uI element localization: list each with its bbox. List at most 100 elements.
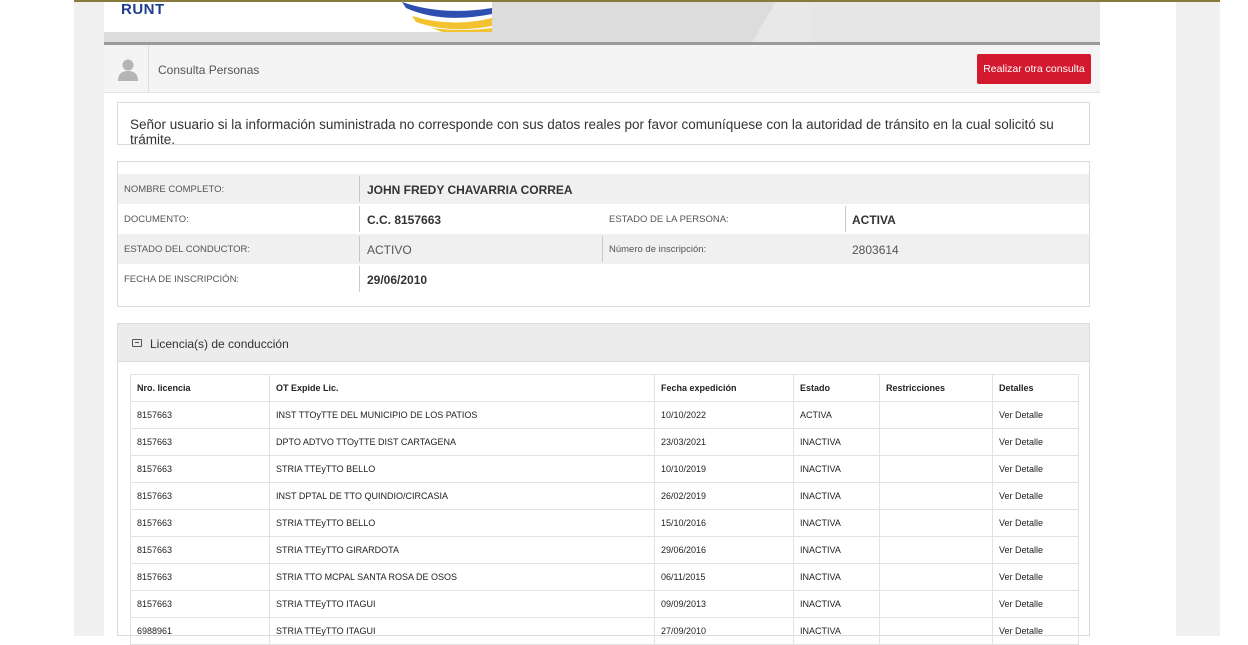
person-info-panel: NOMBRE COMPLETO: JOHN FREDY CHAVARRIA CO… — [117, 161, 1090, 307]
cell-nro-licencia: 8157663 — [130, 401, 270, 429]
cell-restricciones — [879, 590, 993, 618]
cell-ot-expide: INST TTOyTTE DEL MUNICIPIO DE LOS PATIOS — [269, 401, 655, 429]
ver-detalle-link[interactable]: Ver Detalle — [992, 509, 1079, 537]
column-divider — [359, 176, 360, 202]
cell-fecha-expedicion: 10/10/2019 — [654, 455, 794, 483]
estado-persona-label: ESTADO DE LA PERSONA: — [609, 214, 729, 225]
fecha-value: 29/06/2010 — [367, 273, 428, 287]
col-header-fecha-expedicion: Fecha expedición — [654, 374, 794, 402]
cell-restricciones — [879, 536, 993, 564]
cell-ot-expide: DPTO ADTVO TTOyTTE DIST CARTAGENA — [269, 428, 655, 456]
column-divider — [359, 206, 360, 232]
license-card-icon — [132, 339, 142, 347]
cell-estado: INACTIVA — [793, 536, 880, 564]
cell-restricciones — [879, 401, 993, 429]
page-background: RUNT Consulta Personas Realizar otra con… — [74, 2, 1220, 645]
cell-ot-expide: STRIA TTEyTTO ITAGUI — [269, 617, 655, 645]
query-toolbar: Consulta Personas Realizar otra consulta — [104, 45, 1100, 93]
licenses-table: Nro. licencia OT Expide Lic. Fecha exped… — [130, 374, 1079, 645]
cell-fecha-expedicion: 23/03/2021 — [654, 428, 794, 456]
new-query-button[interactable]: Realizar otra consulta — [977, 54, 1091, 84]
licenses-table-body: 8157663 INST TTOyTTE DEL MUNICIPIO DE LOS… — [130, 401, 1079, 645]
cell-estado: INACTIVA — [793, 482, 880, 510]
inscripcion-label: Número de inscripción: — [609, 244, 707, 255]
fecha-label: FECHA DE INSCRIPCIÓN: — [124, 274, 240, 285]
ver-detalle-link[interactable]: Ver Detalle — [992, 563, 1079, 591]
table-row: 8157663 DPTO ADTVO TTOyTTE DIST CARTAGENA… — [130, 428, 1079, 456]
cell-nro-licencia: 8157663 — [130, 428, 270, 456]
licenses-title: Licencia(s) de conducción — [150, 337, 289, 351]
logo-swoosh-icon — [402, 2, 492, 32]
licenses-panel-header: Licencia(s) de conducción — [118, 324, 1089, 362]
cell-fecha-expedicion: 06/11/2015 — [654, 563, 794, 591]
info-row-fecha: FECHA DE INSCRIPCIÓN: 29/06/2010 — [118, 264, 1089, 294]
info-row-conductor: ESTADO DEL CONDUCTOR: ACTIVO Número de i… — [118, 234, 1089, 264]
table-row: 8157663 INST DPTAL DE TTO QUINDIO/CIRCASI… — [130, 482, 1079, 510]
col-header-nro-licencia: Nro. licencia — [130, 374, 270, 402]
toolbar-divider — [148, 45, 149, 92]
page-title: Consulta Personas — [158, 63, 260, 77]
inscripcion-value: 2803614 — [852, 243, 899, 257]
column-divider — [359, 236, 360, 262]
banner-decoration-right — [810, 2, 1100, 42]
cell-nro-licencia: 8157663 — [130, 455, 270, 483]
cell-ot-expide: INST DPTAL DE TTO QUINDIO/CIRCASIA — [269, 482, 655, 510]
table-row: 8157663 INST TTOyTTE DEL MUNICIPIO DE LOS… — [130, 401, 1079, 429]
cell-ot-expide: STRIA TTO MCPAL SANTA ROSA DE OSOS — [269, 563, 655, 591]
ver-detalle-link[interactable]: Ver Detalle — [992, 536, 1079, 564]
ver-detalle-link[interactable]: Ver Detalle — [992, 401, 1079, 429]
cell-fecha-expedicion: 10/10/2022 — [654, 401, 794, 429]
nombre-label: NOMBRE COMPLETO: — [124, 184, 225, 195]
documento-label: DOCUMENTO: — [124, 214, 189, 225]
cell-estado: INACTIVA — [793, 590, 880, 618]
estado-conductor-label: ESTADO DEL CONDUCTOR: — [124, 244, 250, 255]
cell-restricciones — [879, 428, 993, 456]
cell-restricciones — [879, 455, 993, 483]
table-row: 8157663 STRIA TTEyTTO ITAGUI 09/09/2013 INA… — [130, 590, 1079, 618]
cell-nro-licencia: 8157663 — [130, 590, 270, 618]
cell-nro-licencia: 8157663 — [130, 509, 270, 537]
table-row: 6988961 STRIA TTEyTTO ITAGUI 27/09/2010 INA… — [130, 617, 1079, 645]
ver-detalle-link[interactable]: Ver Detalle — [992, 482, 1079, 510]
cell-fecha-expedicion: 26/02/2019 — [654, 482, 794, 510]
info-row-nombre: NOMBRE COMPLETO: JOHN FREDY CHAVARRIA CO… — [118, 174, 1089, 204]
cell-fecha-expedicion: 09/09/2013 — [654, 590, 794, 618]
table-row: 8157663 STRIA TTEyTTO BELLO 10/10/2019 INAC… — [130, 455, 1079, 483]
ver-detalle-link[interactable]: Ver Detalle — [992, 617, 1079, 645]
cell-restricciones — [879, 482, 993, 510]
nombre-value: JOHN FREDY CHAVARRIA CORREA — [367, 183, 573, 197]
cell-estado: INACTIVA — [793, 563, 880, 591]
cell-fecha-expedicion: 15/10/2016 — [654, 509, 794, 537]
cell-nro-licencia: 8157663 — [130, 563, 270, 591]
col-header-restricciones: Restricciones — [879, 374, 993, 402]
cell-restricciones — [879, 509, 993, 537]
cell-nro-licencia: 6988961 — [130, 617, 270, 645]
cell-estado: INACTIVA — [793, 617, 880, 645]
cell-restricciones — [879, 617, 993, 645]
table-row: 8157663 STRIA TTEyTTO GIRARDOTA 29/06/2016… — [130, 536, 1079, 564]
cell-fecha-expedicion: 29/06/2016 — [654, 536, 794, 564]
col-header-estado: Estado — [793, 374, 880, 402]
ver-detalle-link[interactable]: Ver Detalle — [992, 590, 1079, 618]
cell-restricciones — [879, 563, 993, 591]
cell-estado: INACTIVA — [793, 455, 880, 483]
documento-value: C.C. 8157663 — [367, 213, 442, 227]
column-divider — [359, 266, 360, 292]
ver-detalle-link[interactable]: Ver Detalle — [992, 455, 1079, 483]
user-icon — [118, 59, 138, 81]
cell-ot-expide: STRIA TTEyTTO BELLO — [269, 509, 655, 537]
table-row: 8157663 STRIA TTO MCPAL SANTA ROSA DE OSO… — [130, 563, 1079, 591]
ver-detalle-link[interactable]: Ver Detalle — [992, 428, 1079, 456]
cell-nro-licencia: 8157663 — [130, 536, 270, 564]
cell-estado: ACTIVA — [793, 401, 880, 429]
column-divider — [845, 206, 846, 232]
cell-fecha-expedicion: 27/09/2010 — [654, 617, 794, 645]
col-header-ot-expide: OT Expide Lic. — [269, 374, 655, 402]
col-header-detalles: Detalles — [992, 374, 1079, 402]
licenses-panel: Licencia(s) de conducción Nro. licencia … — [117, 323, 1090, 645]
runt-logo: RUNT — [121, 2, 165, 18]
estado-conductor-value: ACTIVO — [367, 243, 412, 257]
notice-text: Señor usuario si la información suminist… — [130, 117, 1054, 147]
cell-estado: INACTIVA — [793, 509, 880, 537]
cell-nro-licencia: 8157663 — [130, 482, 270, 510]
